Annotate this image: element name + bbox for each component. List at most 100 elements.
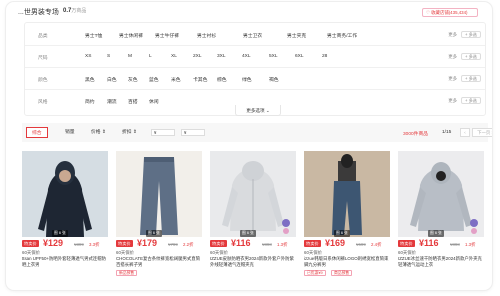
filter-option[interactable]: 简约 — [85, 98, 95, 105]
product-price: ¥169 — [325, 238, 346, 248]
discount-label: 2.2折 — [183, 242, 194, 247]
product-name[interactable]: CHOCOLATE复古条纹裤宽松阔腿男式直筒百搭长裤子男 — [116, 256, 202, 268]
price-min-input[interactable]: ¥ — [151, 129, 175, 136]
discount-label: 1.3折 — [277, 242, 288, 247]
filter-option[interactable]: 男士商务/工作 — [327, 32, 357, 39]
product-count-unit: 万商品 — [71, 8, 87, 14]
filter-option[interactable]: 棕色 — [217, 76, 227, 83]
filter-option[interactable]: M — [128, 54, 132, 59]
sort-price[interactable]: 价格 ⇕ — [86, 127, 111, 138]
product-card[interactable]: 图 6 张 特卖价 ¥179 ¥799 2.2折 60天保价 CHOCOLATE… — [116, 151, 202, 276]
filter-option[interactable]: 6XL — [295, 54, 304, 59]
filter-more-button[interactable]: 更多 — [448, 98, 457, 104]
product-card[interactable]: 图 6 张 特卖价 ¥116 ¥898 1.3折 60天保价 IZZUE冰丝速干… — [398, 151, 484, 276]
product-name[interactable]: IZZUE冰丝速干防晒衣男2024新款户外夹克轻薄透气运动上衣 — [398, 256, 484, 268]
original-price: ¥799 — [168, 242, 178, 247]
filter-option[interactable]: XL — [171, 54, 177, 59]
discount-label: 3.3折 — [89, 242, 100, 247]
product-tag: 已优惠¥9 — [304, 270, 326, 276]
filter-option[interactable]: 4XL — [242, 54, 251, 59]
filter-option[interactable]: 2XL — [193, 54, 202, 59]
filter-row: 尺码 XS S M L XL 2XL 3XL 4XL 5XL 6XL 28 更多 + 多选 — [25, 46, 485, 68]
filter-more-button[interactable]: 更多 — [448, 54, 457, 60]
product-price: ¥116 — [231, 238, 251, 248]
filter-option[interactable]: 男士衬衫 — [197, 32, 216, 39]
filter-option[interactable]: 休闲 — [149, 98, 159, 105]
sale-badge: 特卖价 — [22, 240, 39, 247]
product-image[interactable] — [22, 151, 108, 237]
filter-multiselect-button[interactable]: + 多选 — [461, 31, 481, 38]
favorite-store-label: 收藏店铺(435,434) — [431, 10, 468, 15]
filter-option[interactable]: 褐色 — [269, 76, 279, 83]
product-name[interactable]: izzue韩版日系休闲裤LOGO刺绣宽松直筒束脚九分裤男 — [304, 256, 390, 268]
filter-option[interactable]: 男士卫衣 — [243, 32, 262, 39]
filter-option[interactable]: 3XL — [217, 54, 226, 59]
filter-option[interactable]: 男士夹克 — [287, 32, 306, 39]
filter-option[interactable]: 米色 — [171, 76, 181, 83]
prev-page-button[interactable]: ‹ — [460, 128, 470, 137]
filter-label: 品类 — [38, 34, 48, 39]
filter-option[interactable]: 5XL — [269, 54, 278, 59]
product-card[interactable]: 图 6 张 特卖价 ¥169 ¥699 2.4折 60天保价 izzue韩版日系… — [304, 151, 390, 276]
filter-option[interactable]: 潮流 — [107, 98, 117, 105]
product-name[interactable]: IZZUE皮肤防晒衣男2024新款外套户外防紫外线轻薄透气连帽夹克 — [210, 256, 296, 268]
product-count: 0.7万商品 — [63, 7, 86, 14]
product-tag: 新品预售 — [116, 270, 138, 276]
filter-option[interactable]: S — [107, 54, 110, 59]
filter-option[interactable]: 蓝色 — [149, 76, 159, 83]
sort-default[interactable]: 综合 — [26, 127, 48, 138]
filter-option[interactable]: L — [149, 54, 152, 59]
filter-option[interactable]: 百搭 — [128, 98, 138, 105]
sort-bar: 综合 销量 价格 ⇕ 折扣 ⇕ ¥ ¥ 3000件商品 1/15 ‹ 下一页 › — [22, 123, 492, 142]
page-frame: ...世男装专场 0.7万商品 ♡ 收藏店铺(435,434) 品类 男士T恤 男士… — [6, 2, 492, 290]
filter-more-button[interactable]: 更多 — [448, 32, 457, 38]
favorite-store-button[interactable]: ♡ 收藏店铺(435,434) — [422, 8, 478, 17]
more-options-button[interactable]: 更多选项 ⌄ — [235, 105, 281, 116]
original-price: ¥898 — [262, 242, 272, 247]
sale-badge: 特卖价 — [398, 240, 415, 247]
image-count-badge: 图 6 张 — [52, 230, 68, 237]
filter-label: 风格 — [38, 100, 48, 105]
original-price: ¥898 — [450, 242, 460, 247]
discount-label: 2.4折 — [371, 242, 382, 247]
sort-sales[interactable]: 销量 — [60, 127, 80, 138]
filter-option[interactable]: 男士T恤 — [85, 32, 102, 39]
filter-option[interactable]: 灰色 — [128, 76, 138, 83]
product-name[interactable]: ttsan UPF50+防晒外套轻薄透气男式连帽防晒上衣男 — [22, 256, 108, 268]
discount-label: 1.3折 — [465, 242, 476, 247]
filter-option[interactable]: 卡其色 — [193, 76, 207, 83]
filter-option[interactable]: 男士牛仔裤 — [155, 32, 179, 39]
filter-option[interactable]: 黑色 — [85, 76, 95, 83]
product-card[interactable]: 图 6 张 特卖价 ¥116 ¥898 1.3折 60天保价 IZZUE皮肤防晒… — [210, 151, 296, 276]
filter-option[interactable]: 28 — [322, 54, 327, 59]
product-tag: 商品预售 — [331, 270, 353, 276]
product-card[interactable]: 图 6 张 特卖价 ¥129 ¥399 3.3折 60天保价 ttsan UPF… — [22, 151, 108, 276]
image-count-badge: 图 6 张 — [428, 230, 444, 237]
filter-row: 品类 男士T恤 男士休闲裤 男士牛仔裤 男士衬衫 男士卫衣 男士夹克 男士商务/工作 更多 + 多… — [25, 24, 485, 46]
filter-multiselect-button[interactable]: + 多选 — [461, 75, 481, 82]
price-max-input[interactable]: ¥ — [181, 129, 205, 136]
filter-multiselect-button[interactable]: + 多选 — [461, 53, 481, 60]
filter-more-button[interactable]: 更多 — [448, 76, 457, 82]
product-price: ¥129 — [43, 238, 64, 248]
sale-badge: 特卖价 — [116, 240, 133, 247]
image-count-badge: 图 6 张 — [334, 230, 350, 237]
filter-option[interactable]: 绿色 — [242, 76, 252, 83]
top-bar: ...世男装专场 0.7万商品 ♡ 收藏店铺(435,434) — [6, 2, 492, 22]
product-image[interactable] — [304, 151, 390, 237]
sort-discount[interactable]: 折扣 ⇕ — [117, 127, 142, 138]
image-count-badge: 图 6 张 — [240, 230, 256, 237]
product-price: ¥179 — [137, 238, 158, 248]
product-price: ¥116 — [419, 238, 439, 248]
total-items: 3000件商品 — [403, 132, 429, 137]
filter-option[interactable]: 男士休闲裤 — [119, 32, 143, 39]
product-image[interactable] — [116, 151, 202, 237]
original-price: ¥699 — [356, 242, 366, 247]
filter-multiselect-button[interactable]: + 多选 — [461, 97, 481, 104]
next-page-button[interactable]: 下一页 › — [472, 128, 492, 137]
filter-option[interactable]: 白色 — [107, 76, 117, 83]
filter-option[interactable]: XS — [85, 54, 91, 59]
product-image[interactable] — [398, 151, 484, 237]
filter-panel: 品类 男士T恤 男士休闲裤 男士牛仔裤 男士衬衫 男士卫衣 男士夹克 男士商务/工作 更多 + 多… — [24, 22, 486, 116]
product-image[interactable] — [210, 151, 296, 237]
